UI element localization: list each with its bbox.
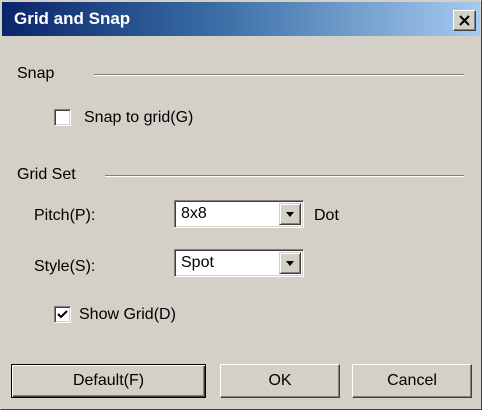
pitch-value: 8x8 <box>181 205 207 222</box>
grid-and-snap-dialog: Grid and Snap Snap Snap to grid(G) Grid … <box>0 0 482 410</box>
grid-set-group-label: Grid Set <box>17 166 76 183</box>
style-value: Spot <box>181 254 214 271</box>
default-button[interactable]: Default(F) <box>11 364 206 398</box>
show-grid-checkbox[interactable] <box>54 306 71 323</box>
snap-group-label: Snap <box>17 65 55 82</box>
snap-to-grid-checkbox[interactable] <box>54 109 71 126</box>
snap-to-grid-label[interactable]: Snap to grid(G) <box>84 109 193 127</box>
cancel-button[interactable]: Cancel <box>352 364 472 398</box>
show-grid-label[interactable]: Show Grid(D) <box>79 306 176 324</box>
ok-button[interactable]: OK <box>220 364 340 398</box>
style-label: Style(S): <box>34 258 96 275</box>
pitch-select[interactable]: 8x8 <box>174 200 304 228</box>
title-bar[interactable]: Grid and Snap <box>2 2 480 36</box>
pitch-dropdown-button[interactable] <box>279 203 301 225</box>
style-select[interactable]: Spot <box>174 249 304 277</box>
grid-set-group-divider <box>105 175 464 177</box>
dialog-title: Grid and Snap <box>14 9 131 28</box>
style-dropdown-button[interactable] <box>279 252 301 274</box>
pitch-unit-label: Dot <box>314 207 339 224</box>
close-button[interactable] <box>453 10 476 31</box>
pitch-label: Pitch(P): <box>34 207 96 224</box>
close-icon <box>459 13 470 30</box>
snap-group-divider <box>94 74 464 76</box>
